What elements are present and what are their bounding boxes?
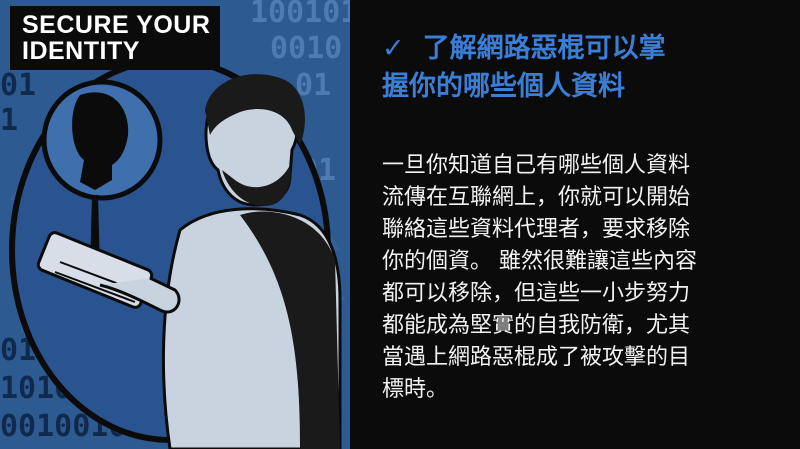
body-line: 你的個資。 雖然很難讓這些內容: [382, 249, 697, 274]
text-panel: ✓ 了解網路惡棍可以掌 握你的哪些個人資料 一旦你知道自己有哪些個人資料 流傳在互…: [350, 0, 800, 449]
body-line: 一旦你知道自己有哪些個人資料: [382, 153, 691, 178]
secure-identity-badge: SECURE YOUR IDENTITY: [10, 6, 221, 70]
illustration-panel: 1001011 0010 01 01 1 01 011 0 1010 01 00…: [0, 0, 350, 449]
slide: 1001011 0010 01 01 1 01 011 0 1010 01 00…: [0, 0, 800, 449]
binary-text: 01: [0, 68, 36, 103]
heading-text-1: 了解網路惡棍可以掌: [422, 33, 666, 64]
heading-line-1: ✓ 了解網路惡棍可以掌: [382, 30, 782, 68]
body-line: 都可以移除，但這些一小步努力: [382, 281, 691, 306]
body-line: 流傳在互聯網上，你就可以開始: [382, 185, 691, 210]
body-line: 聯絡這些資料代理者，要求移除: [382, 217, 691, 242]
body-line: 都能成為堅實的自我防衛，尤其: [382, 313, 691, 338]
body-text: 一旦你知道自己有哪些個人資料 流傳在互聯網上，你就可以開始 聯絡這些資料代理者，…: [382, 150, 782, 406]
binary-text: 0010: [270, 31, 342, 66]
body-line: 標時。: [382, 377, 449, 402]
binary-text: 1001011: [250, 0, 350, 30]
badge-line-2: IDENTITY: [22, 37, 140, 65]
binary-text: 1: [0, 103, 18, 138]
check-icon: ✓: [382, 33, 405, 64]
heading: ✓ 了解網路惡棍可以掌 握你的哪些個人資料: [382, 30, 782, 106]
heading-line-2: 握你的哪些個人資料: [382, 71, 625, 102]
badge-line-1: SECURE YOUR: [22, 11, 211, 39]
body-line: 當遇上網路惡棍成了被攻擊的目: [382, 345, 691, 370]
